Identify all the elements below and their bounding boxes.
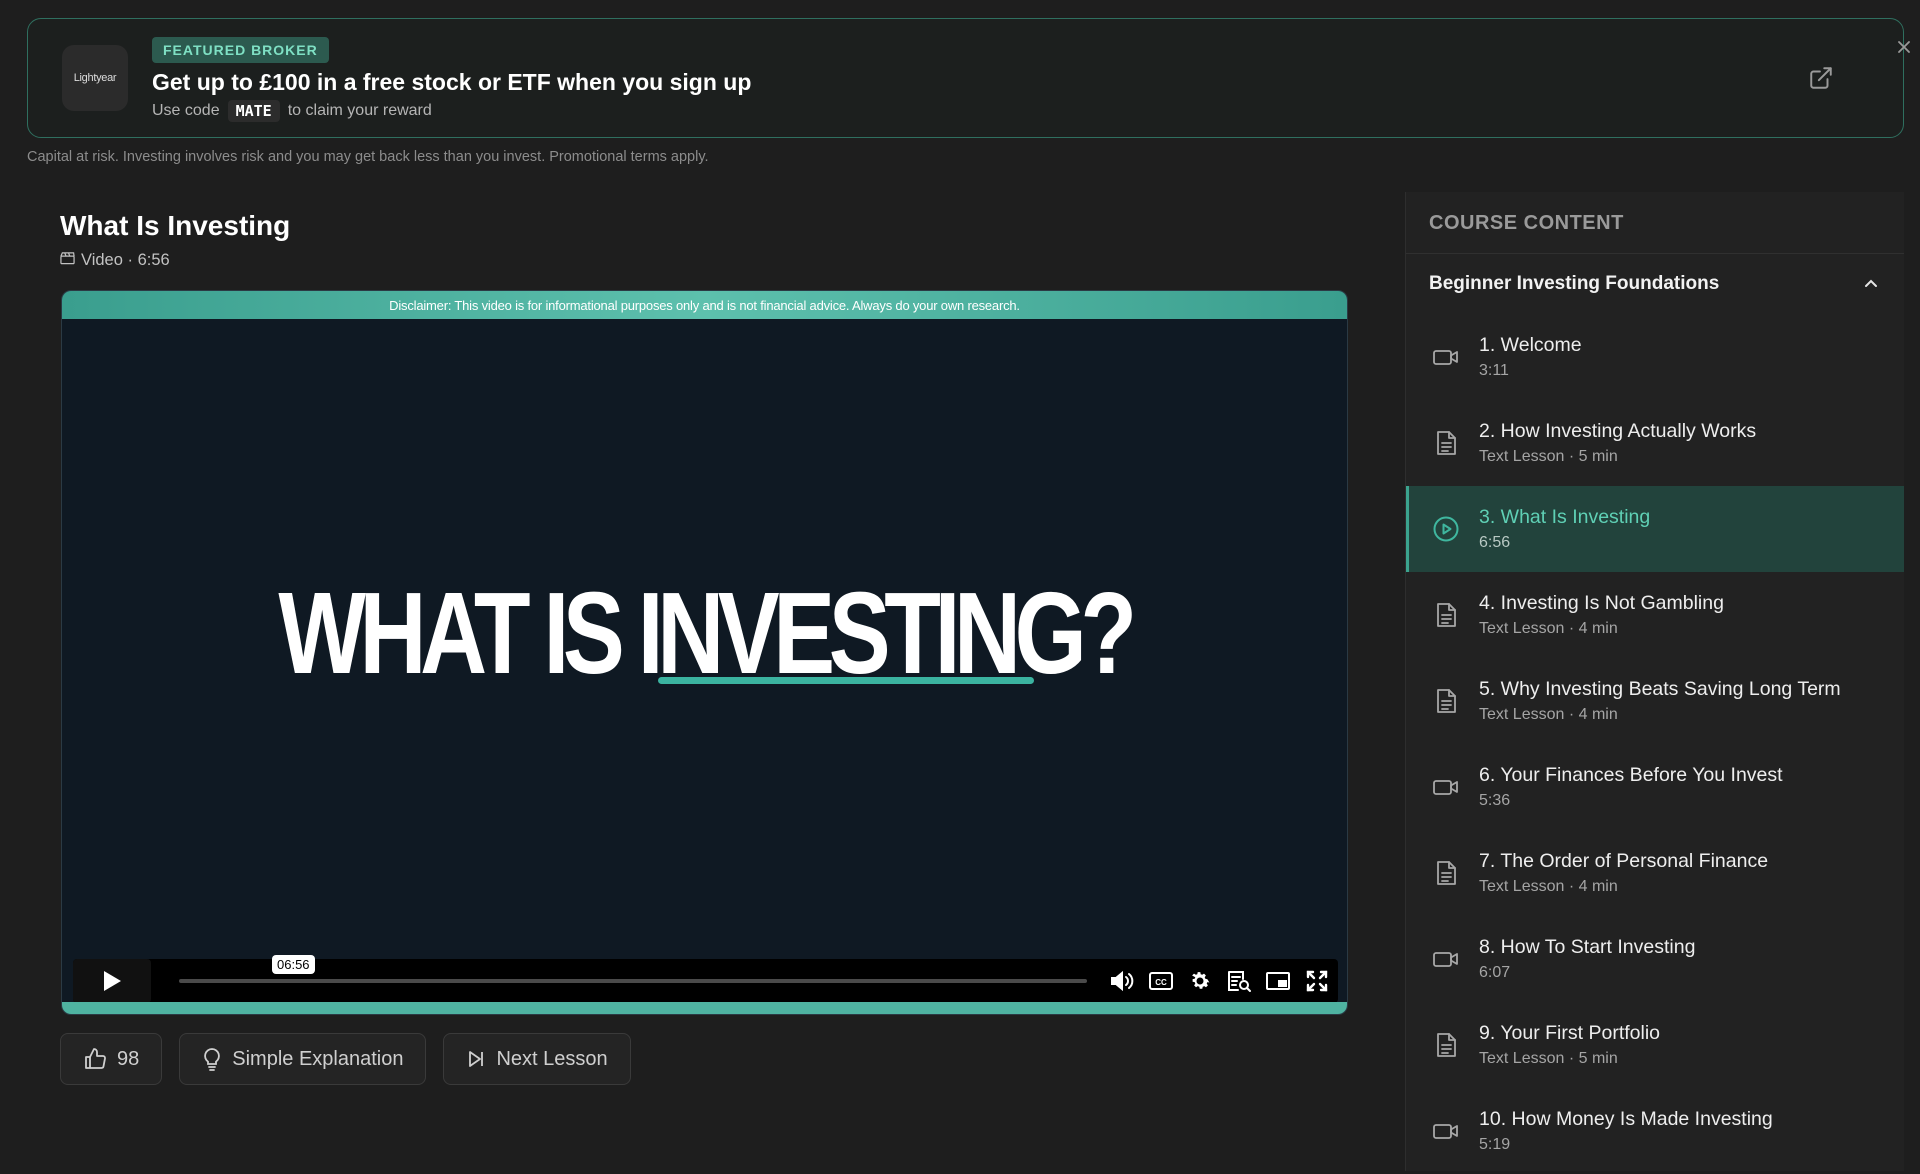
simple-explanation-button[interactable]: Simple Explanation [179, 1033, 427, 1085]
fullscreen-icon[interactable] [1304, 969, 1330, 993]
lesson-item[interactable]: 5. Why Investing Beats Saving Long Term T… [1406, 658, 1904, 744]
lesson-item-text: 9. Your First Portfolio Text Lesson · 5 m… [1479, 1022, 1660, 1068]
lesson-item-title: 1. Welcome [1479, 334, 1582, 356]
module-toggle[interactable]: Beginner Investing Foundations [1406, 254, 1904, 314]
lesson-item-subtitle: Text Lesson · 5 min [1479, 448, 1618, 465]
lesson-item-title: 7. The Order of Personal Finance [1479, 850, 1769, 872]
lesson-meta-text: Video · 6:56 [81, 251, 170, 269]
lesson-item-subtitle: 6:07 [1479, 964, 1511, 981]
promo-banner[interactable]: Lightyear FEATURED BROKER Get up to £100… [27, 18, 1910, 138]
promo-sub-suffix: to claim your reward [287, 102, 432, 119]
lesson-item-text: 6. Your Finances Before You Invest 5:36 [1479, 764, 1783, 810]
play-button[interactable] [73, 959, 151, 1003]
video-disclaimer: Disclaimer: This video is for informatio… [62, 291, 1347, 319]
lesson-item-text: 1. Welcome 3:11 [1479, 334, 1582, 380]
picture-in-picture-icon[interactable] [1265, 969, 1291, 993]
course-sidebar: COURSE CONTENT Beginner Investing Founda… [1405, 192, 1904, 1171]
lesson-item-title: 8. How To Start Investing [1479, 936, 1696, 958]
headline-underline [658, 677, 1034, 684]
settings-gear-icon[interactable] [1187, 969, 1213, 993]
lesson-item-subtitle: 5:36 [1479, 792, 1511, 809]
lesson-item-subtitle: 3:11 [1479, 362, 1509, 379]
transcript-search-icon[interactable] [1226, 969, 1252, 993]
document-icon [1432, 429, 1460, 457]
lesson-actions: 98 Simple Explanation Next Lesson [60, 1033, 631, 1085]
module-title: Beginner Investing Foundations [1429, 273, 1720, 294]
simple-explanation-label: Simple Explanation [232, 1047, 404, 1070]
lesson-item-title: 10. How Money Is Made Investing [1479, 1108, 1773, 1130]
skip-next-icon [469, 1051, 484, 1067]
chevron-up-icon [1865, 279, 1877, 287]
lesson-meta: Video · 6:56 [60, 251, 170, 270]
lesson-item[interactable]: 1. Welcome 3:11 [1406, 314, 1904, 400]
lesson-item-title: 2. How Investing Actually Works [1479, 420, 1757, 442]
lesson-item[interactable]: 8. How To Start Investing 6:07 [1406, 916, 1904, 1002]
external-link-icon[interactable] [1808, 65, 1834, 91]
lesson-item-title: 6. Your Finances Before You Invest [1479, 764, 1783, 786]
video-icon [1432, 1117, 1460, 1145]
lesson-item[interactable]: 7. The Order of Personal Finance Text Les… [1406, 830, 1904, 916]
video-icon [1432, 343, 1460, 371]
like-count: 98 [117, 1047, 140, 1070]
close-icon[interactable] [1894, 37, 1914, 57]
promo-sub-prefix: Use code [152, 102, 220, 119]
lesson-item[interactable]: 9. Your First Portfolio Text Lesson · 5 m… [1406, 1002, 1904, 1088]
like-button[interactable]: 98 [60, 1033, 163, 1085]
risk-disclaimer: Capital at risk. Investing involves risk… [27, 149, 709, 165]
lesson-item-subtitle: 5:19 [1479, 1136, 1511, 1153]
lesson-item-subtitle: Text Lesson · 4 min [1479, 706, 1618, 723]
lesson-item-subtitle: 6:56 [1479, 534, 1511, 551]
lesson-item-text: 4. Investing Is Not Gambling Text Lesson … [1479, 592, 1724, 638]
lesson-item-subtitle: Text Lesson · 5 min [1479, 1050, 1618, 1067]
play-icon [104, 971, 121, 991]
promo-title: Get up to £100 in a free stock or ETF wh… [152, 69, 752, 95]
featured-broker-badge: FEATURED BROKER [152, 37, 329, 63]
broker-logo: Lightyear [62, 45, 128, 111]
document-icon [1432, 1031, 1460, 1059]
progress-bar[interactable]: 06:56 [179, 955, 1087, 983]
lesson-item-text: 7. The Order of Personal Finance Text Les… [1479, 850, 1768, 896]
video-icon [1432, 773, 1460, 801]
document-icon [1432, 601, 1460, 629]
lesson-item[interactable]: 4. Investing Is Not Gambling Text Lesson … [1406, 572, 1904, 658]
lesson-item-text: 2. How Investing Actually Works Text Less… [1479, 420, 1756, 466]
lightbulb-icon [204, 1048, 221, 1071]
play-circle-icon [1432, 515, 1460, 543]
lesson-item-title: 9. Your First Portfolio [1479, 1022, 1661, 1044]
lesson-item-title: 4. Investing Is Not Gambling [1479, 592, 1724, 614]
lesson-item-text: 10. How Money Is Made Investing 5:19 [1479, 1108, 1773, 1154]
lesson-item-title: 3. What Is Investing [1479, 506, 1651, 528]
lesson-item-subtitle: Text Lesson · 4 min [1479, 620, 1618, 637]
time-tooltip: 06:56 [272, 955, 315, 974]
captions-icon[interactable]: CC [1148, 969, 1174, 993]
video-icon [1432, 945, 1460, 973]
lesson-list: 1. Welcome 3:11 2. How Investing Actually … [1406, 314, 1904, 1174]
svg-text:CC: CC [1155, 978, 1167, 987]
lesson-item[interactable]: 6. Your Finances Before You Invest 5:36 [1406, 744, 1904, 830]
course-content-header: COURSE CONTENT [1406, 192, 1904, 254]
document-icon [1432, 859, 1460, 887]
lesson-item-title: 5. Why Investing Beats Saving Long Term [1479, 678, 1841, 700]
promo-code: MATE [227, 100, 280, 122]
volume-icon[interactable] [1109, 969, 1135, 993]
lesson-item-subtitle: Text Lesson · 4 min [1479, 878, 1618, 895]
next-lesson-button[interactable]: Next Lesson [443, 1033, 631, 1085]
lesson-item-text: 5. Why Investing Beats Saving Long Term T… [1479, 678, 1841, 724]
video-player[interactable]: Disclaimer: This video is for informatio… [61, 290, 1348, 1015]
video-controls: 06:56 CC [73, 955, 1338, 1003]
lesson-item[interactable]: 2. How Investing Actually Works Text Less… [1406, 400, 1904, 486]
document-icon [1432, 687, 1460, 715]
lesson-item[interactable]: 3. What Is Investing 6:56 [1406, 486, 1904, 572]
lesson-title: What Is Investing [60, 210, 291, 241]
thumbs-up-icon [85, 1048, 106, 1069]
lesson-item[interactable]: 10. How Money Is Made Investing 5:19 [1406, 1088, 1904, 1174]
video-accent-bar [62, 1002, 1347, 1014]
lesson-item-text: 8. How To Start Investing 6:07 [1479, 936, 1695, 982]
lesson-item-text: 3. What Is Investing 6:56 [1479, 506, 1650, 552]
clapperboard-icon [60, 251, 75, 270]
next-lesson-label: Next Lesson [496, 1047, 608, 1070]
promo-subtitle: Use code MATE to claim your reward [152, 100, 432, 122]
